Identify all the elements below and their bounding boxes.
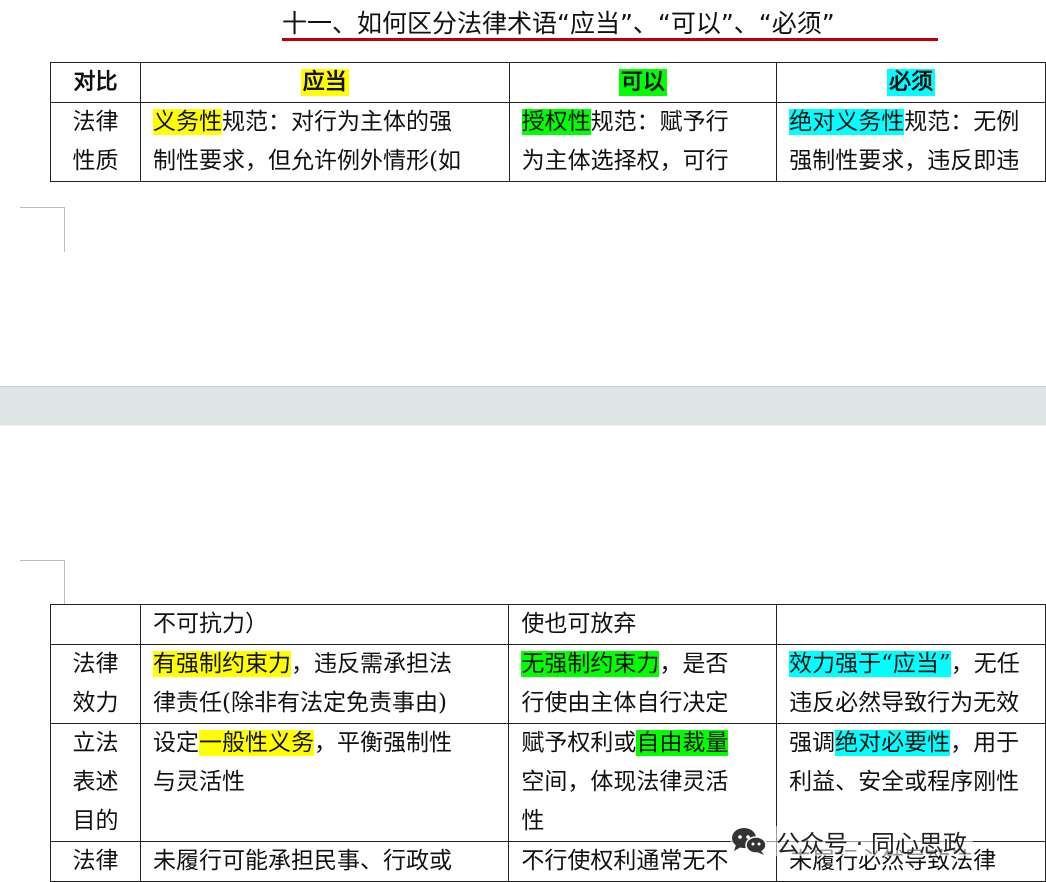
cell-text: 规范：对行为主体的强 <box>221 109 452 135</box>
header-col-bixu: 必须 <box>776 62 1046 103</box>
row-label-cell: 法律 效力 <box>50 644 141 724</box>
header-col-keyi: 可以 <box>508 62 778 103</box>
watermark-text: 公众号 · 同心思政 <box>776 829 967 858</box>
row-label-cell: 法律 <box>50 841 141 882</box>
cell-yingdang-effect: 有强制约束力，违反需承担法 律责任(除非有法定免责事由) <box>139 644 510 724</box>
highlight-text: 绝对义务性 <box>789 109 905 135</box>
page-title: 十一、如何区分法律术语“应当”、“可以”、“必须” <box>282 9 835 38</box>
cell-bixu-effect: 效力强于“应当”，无任 违反必然导致行为无效 <box>776 644 1046 724</box>
cell-text: 行使由主体自行决定 <box>521 690 729 716</box>
cell-text: ，平衡强制性 <box>314 730 452 756</box>
table-row-continued: 不可抗力） 使也可放弃 <box>50 604 1046 645</box>
highlight-text: 无强制约束力 <box>521 651 660 677</box>
cell-text: 与灵活性 <box>153 769 245 795</box>
cell-text: ，用于 <box>950 730 1020 756</box>
cell-keyi-cont: 使也可放弃 <box>508 604 778 645</box>
page-break-gap <box>0 386 1046 426</box>
comparison-table-page1: 对比 应当 可以 必须 法律 性质 义务性规范：对行为主体的强 制性要求，但允许… <box>50 62 1046 182</box>
cell-text: ，无任 <box>950 651 1020 677</box>
page-corner-mark <box>20 207 65 252</box>
row-label-line: 表述 <box>72 769 119 795</box>
header-label: 对比 <box>73 70 118 95</box>
cell-text: 赋予权利或 <box>521 730 637 756</box>
header-yingdang-text: 应当 <box>300 69 349 96</box>
row-label-cell: 立法 表述 目的 <box>50 723 141 842</box>
highlight-text: 一般性义务 <box>199 730 314 756</box>
row-label-cell: 法律 性质 <box>50 102 141 182</box>
cell-keyi-effect: 无强制约束力，是否 行使由主体自行决定 <box>508 644 778 724</box>
cell-text: 强调 <box>789 730 836 756</box>
wechat-icon <box>730 826 768 856</box>
highlight-text: 绝对必要性 <box>835 730 951 756</box>
cell-text: 为主体选择权，可行 <box>521 148 729 174</box>
row-label-line: 法律 <box>72 848 119 874</box>
header-keyi-text: 可以 <box>618 69 667 96</box>
table-row-legal-effect: 法律 效力 有强制约束力，违反需承担法 律责任(除非有法定免责事由) 无强制约束… <box>50 644 1046 724</box>
cell-text: ，违反需承担法 <box>291 651 452 677</box>
title-underline <box>282 38 938 41</box>
cell-text: 空间，体现法律灵活 <box>521 769 729 795</box>
row-label-line: 性质 <box>72 148 119 174</box>
row-label-line: 目的 <box>72 808 119 834</box>
cell-keyi-purpose: 赋予权利或自由裁量 空间，体现法律灵活 性 <box>508 723 778 842</box>
row-label-cell <box>50 604 141 645</box>
highlight-text: 效力强于“应当” <box>789 651 951 677</box>
cell-keyi-nature: 授权性规范：赋予行 为主体选择权，可行 <box>508 102 778 182</box>
cell-bixu-cont <box>776 604 1046 645</box>
header-bixu-text: 必须 <box>887 69 936 96</box>
header-label-cell: 对比 <box>50 62 141 103</box>
row-label-line: 法律 <box>72 651 119 677</box>
table-row-legal-nature: 法律 性质 义务性规范：对行为主体的强 制性要求，但允许例外情形(如 授权性规范… <box>50 102 1046 182</box>
row-label-line: 立法 <box>72 730 119 756</box>
cell-text: 规范：赋予行 <box>590 109 729 135</box>
cell-yingdang-purpose: 设定一般性义务，平衡强制性 与灵活性 <box>139 723 510 842</box>
highlight-text: 授权性 <box>521 109 591 135</box>
cell-yingdang-consequence: 未履行可能承担民事、行政或 <box>139 841 510 882</box>
cell-text: 制性要求，但允许例外情形(如 <box>152 148 461 174</box>
highlight-text: 自由裁量 <box>636 730 729 756</box>
header-col-yingdang: 应当 <box>139 62 510 103</box>
cell-bixu-nature: 绝对义务性规范：无例 强制性要求，违反即违 <box>776 102 1046 182</box>
cell-text: 律责任(除非有法定免责事由) <box>153 690 447 716</box>
watermark: 公众号 · 同心思政 <box>730 826 973 858</box>
cell-text: 强制性要求，违反即违 <box>789 148 1020 174</box>
page-corner-mark <box>20 560 65 605</box>
cell-text: 设定 <box>153 730 199 756</box>
highlight-text: 有强制约束力 <box>153 651 291 677</box>
cell-text: 利益、安全或程序刚性 <box>789 769 1020 795</box>
row-label-line: 法律 <box>72 109 119 135</box>
table-header-row: 对比 应当 可以 必须 <box>50 62 1046 103</box>
row-label-line: 效力 <box>72 690 119 716</box>
highlight-text: 义务性 <box>152 109 222 135</box>
cell-yingdang-nature: 义务性规范：对行为主体的强 制性要求，但允许例外情形(如 <box>139 102 510 182</box>
cell-text: 规范：无例 <box>904 109 1020 135</box>
cell-text: 违反必然导致行为无效 <box>789 690 1020 716</box>
cell-text: ，是否 <box>659 651 729 677</box>
cell-yingdang-cont: 不可抗力） <box>139 604 510 645</box>
